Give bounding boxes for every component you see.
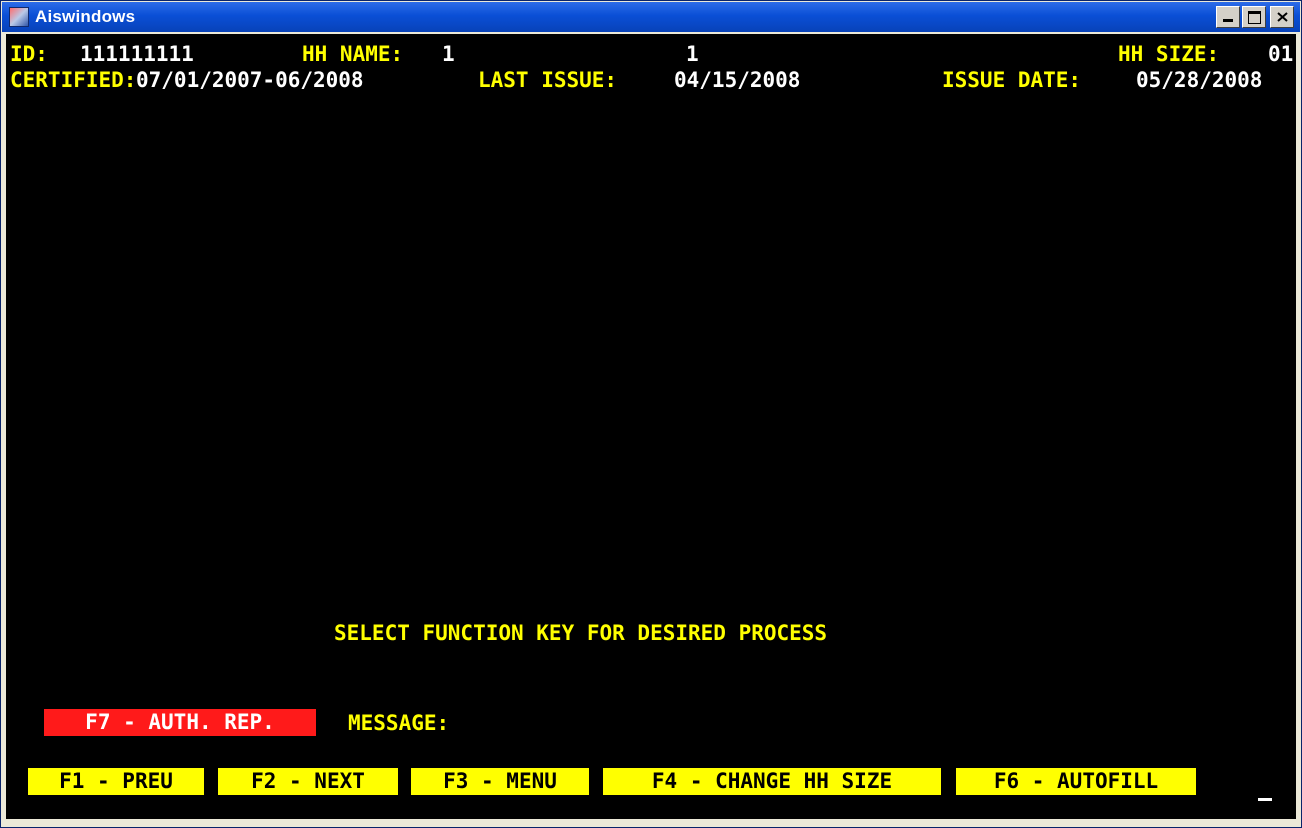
minimize-button[interactable] [1216, 6, 1240, 28]
window-controls [1216, 6, 1294, 28]
close-icon [1277, 12, 1288, 22]
f4-change-hh-size-key[interactable]: F4 - CHANGE HH SIZE [603, 768, 941, 795]
hh-name-label: HH NAME: [302, 42, 404, 66]
f2-next-key[interactable]: F2 - NEXT [218, 768, 398, 795]
f7-auth-rep-key[interactable]: F7 - AUTH. REP. [44, 709, 316, 736]
last-issue-label: LAST ISSUE: [478, 68, 618, 92]
message-label: MESSAGE: [348, 711, 450, 735]
hh-size-label: HH SIZE: [1118, 42, 1220, 66]
app-window: Aiswindows ID: 111111111 HH NAME: 1 1 HH… [0, 0, 1302, 828]
f6-autofill-key[interactable]: F6 - AUTOFILL [956, 768, 1196, 795]
hh-name-value-2: 1 [686, 42, 699, 66]
maximize-button[interactable] [1242, 6, 1266, 28]
id-value: 111111111 [80, 42, 194, 66]
f1-prev-key[interactable]: F1 - PREU [28, 768, 204, 795]
f3-menu-key[interactable]: F3 - MENU [411, 768, 589, 795]
function-key-prompt: SELECT FUNCTION KEY FOR DESIRED PROCESS [334, 621, 828, 645]
certified-value: 07/01/2007-06/2008 [136, 68, 364, 92]
window-title: Aiswindows [35, 7, 136, 26]
hh-name-value: 1 [442, 42, 455, 66]
close-button[interactable] [1270, 6, 1294, 28]
issue-date-value: 05/28/2008 [1136, 68, 1263, 92]
terminal-screen[interactable]: ID: 111111111 HH NAME: 1 1 HH SIZE: 01 C… [6, 34, 1296, 819]
issue-date-label: ISSUE DATE: [942, 68, 1082, 92]
text-cursor [1258, 798, 1272, 801]
last-issue-value: 04/15/2008 [674, 68, 801, 92]
certified-label: CERTIFIED: [10, 68, 137, 92]
hh-size-value: 01 [1268, 42, 1294, 66]
id-label: ID: [10, 42, 48, 66]
title-bar[interactable]: Aiswindows [2, 2, 1300, 32]
app-icon [9, 7, 29, 27]
